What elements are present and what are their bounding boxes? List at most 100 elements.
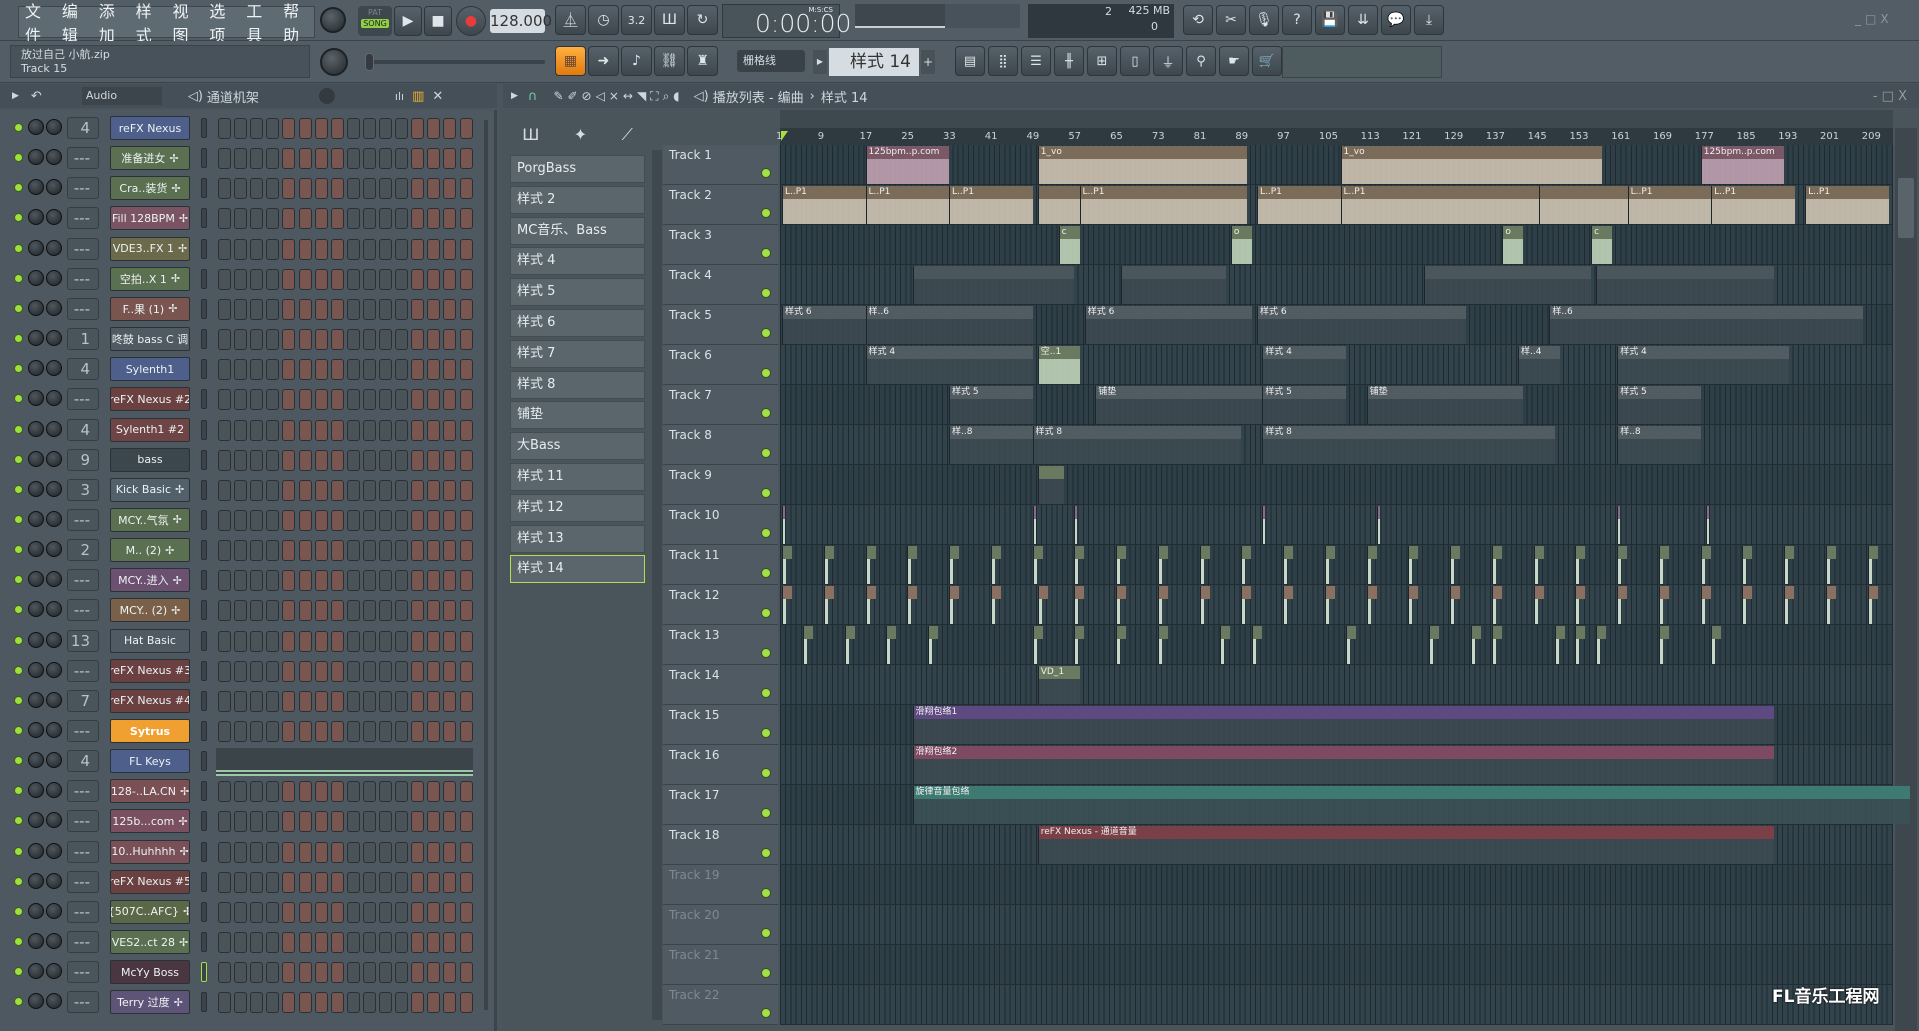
mixer-track-number[interactable]: --- <box>67 207 99 230</box>
playlist-clip[interactable]: 样式 6 <box>1084 306 1252 344</box>
undo-history-button[interactable]: ⟲ <box>1183 5 1213 35</box>
minimize-icon[interactable]: _ <box>1855 12 1861 26</box>
playlist-clip[interactable] <box>1116 626 1127 664</box>
step-button[interactable] <box>330 630 344 652</box>
step-button[interactable] <box>234 962 248 984</box>
playlist-clip[interactable] <box>1658 626 1669 664</box>
step-button[interactable] <box>282 600 296 622</box>
step-button[interactable] <box>427 962 441 984</box>
pan-knob[interactable] <box>28 571 44 588</box>
step-button[interactable] <box>282 509 296 531</box>
step-button[interactable] <box>314 509 328 531</box>
playlist-clip[interactable] <box>949 546 960 584</box>
channel-select[interactable] <box>201 781 207 802</box>
step-button[interactable] <box>330 992 344 1014</box>
step-button[interactable] <box>411 419 425 441</box>
step-button[interactable] <box>250 871 264 893</box>
pattern-item[interactable]: 铺垫 <box>510 401 645 430</box>
step-button[interactable] <box>395 841 409 863</box>
step-button[interactable] <box>411 509 425 531</box>
volume-knob[interactable] <box>46 902 62 919</box>
playlist-clip[interactable] <box>1575 626 1586 664</box>
step-button[interactable] <box>362 148 376 170</box>
playlist-clip[interactable] <box>1157 586 1168 624</box>
playlist-clip[interactable] <box>1324 586 1335 624</box>
track-lane[interactable] <box>780 665 1893 705</box>
audio-clip-icon[interactable]: ✦ <box>574 125 587 145</box>
playlist-clip[interactable] <box>1554 626 1565 664</box>
playlist-clip[interactable]: 空..1 <box>1037 346 1080 384</box>
step-button[interactable] <box>459 509 473 531</box>
step-button[interactable] <box>459 479 473 501</box>
step-button[interactable] <box>346 570 360 592</box>
step-button[interactable] <box>395 600 409 622</box>
volume-knob[interactable] <box>46 330 62 347</box>
step-button[interactable] <box>411 148 425 170</box>
channel-button[interactable]: M.. (2) ✢ <box>110 538 190 563</box>
channel-row[interactable]: --- VDE3..FX 1 ✢ <box>0 234 490 264</box>
playlist-clip[interactable] <box>928 626 939 664</box>
step-button[interactable] <box>395 419 409 441</box>
step-button[interactable] <box>314 208 328 230</box>
playlist-clip[interactable] <box>1408 586 1419 624</box>
step-button[interactable] <box>298 238 312 260</box>
mute-led[interactable] <box>14 424 23 434</box>
mixer-track-number[interactable]: 7 <box>67 689 99 712</box>
playlist-clip[interactable]: 样式 6 <box>1257 306 1466 344</box>
playlist-clip[interactable]: L..P1 <box>865 186 950 224</box>
playlist-clip[interactable]: L..P1 <box>1340 186 1539 224</box>
track-header[interactable]: Track 6 <box>663 345 778 385</box>
step-button[interactable] <box>314 721 328 742</box>
step-button[interactable] <box>362 389 376 411</box>
channel-select[interactable] <box>201 630 207 651</box>
step-button[interactable] <box>234 208 248 230</box>
step-button[interactable] <box>443 479 457 501</box>
step-button[interactable] <box>314 389 328 411</box>
mixer-track-number[interactable]: --- <box>67 780 99 803</box>
loop-record-button[interactable]: ↻ <box>687 5 718 35</box>
playlist-clip[interactable]: 旋律音量包络 <box>912 786 1910 824</box>
playlist-clip[interactable] <box>1199 546 1210 584</box>
step-button[interactable] <box>282 178 296 200</box>
step-button[interactable] <box>314 841 328 863</box>
step-button[interactable] <box>330 449 344 471</box>
playlist-clip[interactable]: 125bpm..p.com <box>865 146 950 184</box>
playlist-clip[interactable] <box>1345 626 1356 664</box>
options-arrow-icon[interactable]: ▶ <box>12 91 19 101</box>
mute-led[interactable] <box>14 695 23 705</box>
playlist-clip[interactable] <box>1658 546 1669 584</box>
playlist-clip[interactable] <box>865 546 876 584</box>
step-button[interactable] <box>427 449 441 471</box>
channel-button[interactable]: MCY..气氛 ✢ <box>110 507 190 532</box>
channel-select[interactable] <box>201 570 207 591</box>
step-button[interactable] <box>443 359 457 381</box>
step-button[interactable] <box>234 660 248 682</box>
step-button[interactable] <box>282 329 296 351</box>
channel-select[interactable] <box>201 600 207 621</box>
mic-button[interactable]: 🎙 <box>1249 5 1279 35</box>
step-button[interactable] <box>250 570 264 592</box>
step-button[interactable] <box>443 118 457 139</box>
step-button[interactable] <box>330 509 344 531</box>
step-button[interactable] <box>218 238 231 260</box>
pat-song-toggle[interactable]: PAT SONG <box>358 6 392 36</box>
channel-row[interactable]: --- VES2..ct 28 ✢ <box>0 927 490 957</box>
step-button[interactable] <box>443 148 457 170</box>
pan-knob[interactable] <box>28 450 44 467</box>
playlist-clip[interactable] <box>1220 626 1231 664</box>
step-button[interactable] <box>443 901 457 923</box>
playlist-clip[interactable] <box>1596 266 1774 304</box>
step-button[interactable] <box>282 540 296 562</box>
step-button[interactable] <box>234 238 248 260</box>
step-button[interactable] <box>298 932 312 954</box>
step-button[interactable] <box>330 118 344 139</box>
step-button[interactable] <box>218 208 231 230</box>
playlist-clip[interactable] <box>1700 546 1711 584</box>
step-button[interactable] <box>330 359 344 381</box>
playlist-clip[interactable] <box>1199 586 1210 624</box>
step-button[interactable] <box>234 359 248 381</box>
step-button[interactable] <box>282 419 296 441</box>
step-button[interactable] <box>395 329 409 351</box>
pattern-item[interactable]: 样式 7 <box>510 339 645 368</box>
step-button[interactable] <box>298 540 312 562</box>
